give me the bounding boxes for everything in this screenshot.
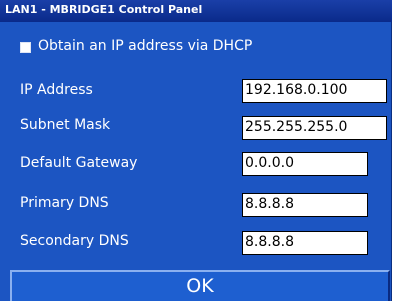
ok-button-label: OK bbox=[186, 275, 214, 297]
secondary-dns-label: Secondary DNS bbox=[20, 233, 129, 249]
default-gateway-label: Default Gateway bbox=[20, 155, 138, 171]
secondary-dns-input[interactable]: 8.8.8.8 bbox=[242, 231, 368, 255]
primary-dns-input[interactable]: 8.8.8.8 bbox=[242, 193, 368, 217]
primary-dns-label: Primary DNS bbox=[20, 195, 109, 211]
title-bar[interactable]: LAN1 - MBRIDGE1 Control Panel bbox=[0, 0, 392, 22]
subnet-mask-label: Subnet Mask bbox=[20, 117, 111, 133]
window-title: LAN1 - MBRIDGE1 Control Panel bbox=[5, 3, 203, 16]
default-gateway-input[interactable]: 0.0.0.0 bbox=[242, 152, 368, 176]
ip-address-label: IP Address bbox=[20, 82, 93, 98]
dhcp-checkbox[interactable] bbox=[20, 42, 31, 53]
control-panel-window: LAN1 - MBRIDGE1 Control Panel Obtain an … bbox=[0, 0, 392, 301]
ok-button[interactable]: OK bbox=[10, 270, 390, 301]
dhcp-label: Obtain an IP address via DHCP bbox=[38, 38, 253, 54]
ip-address-input[interactable]: 192.168.0.100 bbox=[242, 79, 387, 103]
subnet-mask-input[interactable]: 255.255.255.0 bbox=[242, 116, 387, 140]
